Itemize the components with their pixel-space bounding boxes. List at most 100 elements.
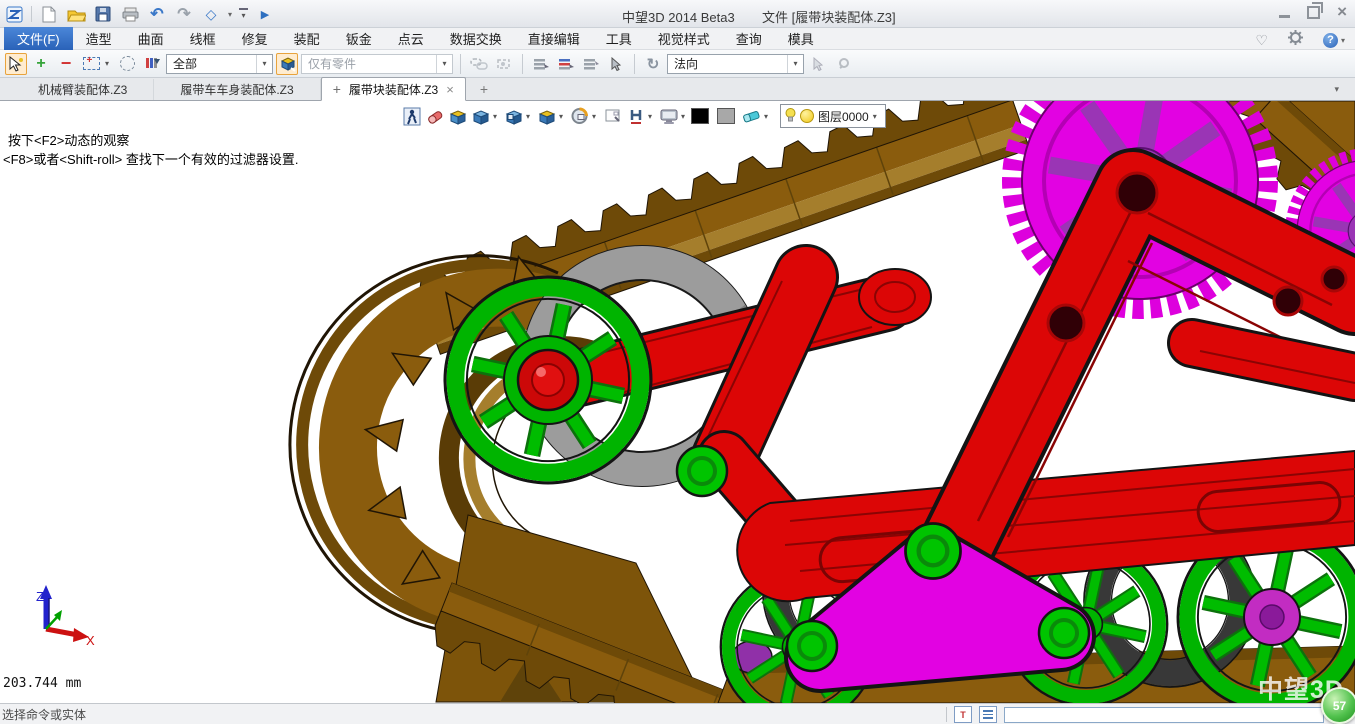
restore-button[interactable] <box>1307 6 1320 19</box>
tab-pin-icon[interactable]: + <box>333 81 341 97</box>
list-output-icon[interactable] <box>979 706 997 723</box>
related-select-icon[interactable] <box>468 53 490 75</box>
chevron-down-icon[interactable] <box>256 55 272 73</box>
wheel-hub-red[interactable] <box>504 336 592 424</box>
chevron-down-icon[interactable] <box>436 55 452 73</box>
menu-item-pointcloud[interactable]: 点云 <box>385 27 437 50</box>
3d-model-scene[interactable]: Z X 中望3D <box>0 101 1355 703</box>
minimize-button[interactable] <box>1279 15 1290 18</box>
chevron-down-icon[interactable]: ▾ <box>105 59 113 68</box>
status-bar: 选择命令或实体 T <box>0 703 1355 724</box>
select-tool-icon[interactable] <box>5 53 27 75</box>
help-icon[interactable]: ? <box>1323 33 1338 48</box>
green-pin-bracket[interactable] <box>677 446 727 496</box>
redo-icon[interactable]: ↷ <box>174 4 194 24</box>
orientation-combobox[interactable]: 法向 <box>667 54 804 74</box>
tab-lvdaikuai-assembly-active[interactable]: + 履带块装配体.Z3 × <box>321 77 466 101</box>
close-button[interactable]: × <box>1337 5 1347 19</box>
settings-gear-icon[interactable] <box>1288 30 1303 50</box>
tab-jixiebi-assembly[interactable]: 机械臂装配体.Z3 <box>12 79 154 100</box>
add-selection-icon[interactable]: + <box>30 53 52 75</box>
wireframe-display-icon[interactable] <box>602 106 623 127</box>
isometric-view-icon[interactable] <box>536 106 557 127</box>
chevron-down-icon[interactable]: ▾ <box>493 112 501 121</box>
chevron-down-icon[interactable]: ▾ <box>228 10 232 19</box>
menu-item-tools[interactable]: 工具 <box>593 27 645 50</box>
selection-list-colored-icon[interactable] <box>555 53 577 75</box>
lasso-select-icon[interactable] <box>116 53 138 75</box>
chevron-down-icon[interactable]: ▾ <box>592 112 600 121</box>
view-plane-cube-icon[interactable] <box>503 106 524 127</box>
menu-item-visual-style[interactable]: 视觉样式 <box>645 27 723 50</box>
selection-list-icon[interactable] <box>530 53 552 75</box>
chevron-down-icon[interactable]: ▾ <box>648 112 656 121</box>
chevron-down-icon[interactable]: ▾ <box>764 112 772 121</box>
probe-icon[interactable] <box>832 53 854 75</box>
menu-item-inquire[interactable]: 查询 <box>723 27 775 50</box>
menu-item-direct-edit[interactable]: 直接编辑 <box>515 27 593 50</box>
menu-item-wireframe[interactable]: 线框 <box>177 27 229 50</box>
red-frame-beam[interactable] <box>737 451 1355 601</box>
reference-select-icon[interactable] <box>493 53 515 75</box>
view-navigate-icon[interactable]: ◇ <box>201 4 221 24</box>
chevron-down-icon[interactable]: ▾ <box>559 112 567 121</box>
menu-item-data-exchange[interactable]: 数据交换 <box>437 27 515 50</box>
menu-item-assembly[interactable]: 装配 <box>281 27 333 50</box>
pick-part-icon[interactable] <box>276 53 298 75</box>
chevron-down-icon[interactable]: ▾ <box>526 112 534 121</box>
new-tab-button[interactable]: + <box>480 81 488 97</box>
tab-close-icon[interactable]: × <box>446 82 454 97</box>
chevron-down-icon[interactable]: ▾ <box>873 112 881 121</box>
background-color-black-swatch[interactable] <box>691 108 709 124</box>
text-filter-icon[interactable]: T <box>954 706 972 723</box>
menu-item-mold[interactable]: 模具 <box>775 27 827 50</box>
cursor-pick-icon[interactable] <box>807 53 829 75</box>
wheel-hub-magenta[interactable] <box>1244 589 1300 645</box>
highlight-eraser-icon[interactable] <box>741 106 762 127</box>
chevron-down-icon[interactable]: ▾ <box>1341 36 1345 45</box>
green-pin-top[interactable] <box>906 524 961 579</box>
remove-selection-icon[interactable]: − <box>55 53 77 75</box>
window-select-icon[interactable]: + <box>80 53 102 75</box>
tab-lvdaiche-body-assembly[interactable]: 履带车车身装配体.Z3 <box>154 79 320 100</box>
save-icon[interactable] <box>93 4 113 24</box>
layer-combobox[interactable]: 图层0000 ▾ <box>780 104 886 128</box>
favorites-icon[interactable]: ♡ <box>1255 32 1268 49</box>
menu-item-surface[interactable]: 曲面 <box>125 27 177 50</box>
reorient-icon[interactable]: ↻ <box>642 53 664 75</box>
status-message: 选择命令或实体 <box>0 706 86 723</box>
open-box-view-icon[interactable] <box>447 106 468 127</box>
background-color-gray-swatch[interactable] <box>717 108 735 124</box>
menu-item-repair[interactable]: 修复 <box>229 27 281 50</box>
new-file-icon[interactable] <box>39 4 59 24</box>
chevron-down-icon[interactable] <box>787 55 803 73</box>
menu-item-shape[interactable]: 造型 <box>73 27 125 50</box>
hidden-line-display-icon[interactable] <box>625 106 646 127</box>
lightbulb-icon[interactable] <box>785 108 796 125</box>
undo-icon[interactable]: ↶ <box>147 4 167 24</box>
eraser-icon[interactable] <box>424 106 445 127</box>
menu-item-file[interactable]: 文件(F) <box>4 27 73 50</box>
open-file-icon[interactable] <box>66 4 86 24</box>
green-pin-right[interactable] <box>1039 608 1089 658</box>
pick-scope-combobox[interactable]: 仅有零件 <box>301 54 453 74</box>
customize-toolbar-icon[interactable]: ▾ <box>239 8 248 20</box>
shaded-cube-icon[interactable] <box>470 106 491 127</box>
tab-list-chevron-icon[interactable]: ▾ <box>1334 84 1339 95</box>
3d-viewport[interactable]: Z X 中望3D 按下<F2>动态的观察 <F8>或者<Shift-roll> … <box>0 101 1355 703</box>
cursor-icon[interactable] <box>605 53 627 75</box>
green-pin-left[interactable] <box>787 621 837 671</box>
display-mode-monitor-icon[interactable] <box>658 106 679 127</box>
command-input[interactable] <box>1004 707 1324 723</box>
dynamic-view-icon[interactable] <box>401 106 422 127</box>
menu-item-sheetmetal[interactable]: 钣金 <box>333 27 385 50</box>
chevron-down-icon[interactable]: ▾ <box>681 112 689 121</box>
layer-color-swatch[interactable] <box>800 109 814 123</box>
color-filter-icon[interactable] <box>141 53 163 75</box>
red-link-band[interactable] <box>1192 343 1355 383</box>
print-icon[interactable] <box>120 4 140 24</box>
play-icon[interactable]: ▶ <box>255 4 275 24</box>
section-view-icon[interactable] <box>569 106 590 127</box>
entity-filter-combobox[interactable]: 全部 <box>166 54 273 74</box>
selection-stack-icon[interactable] <box>580 53 602 75</box>
